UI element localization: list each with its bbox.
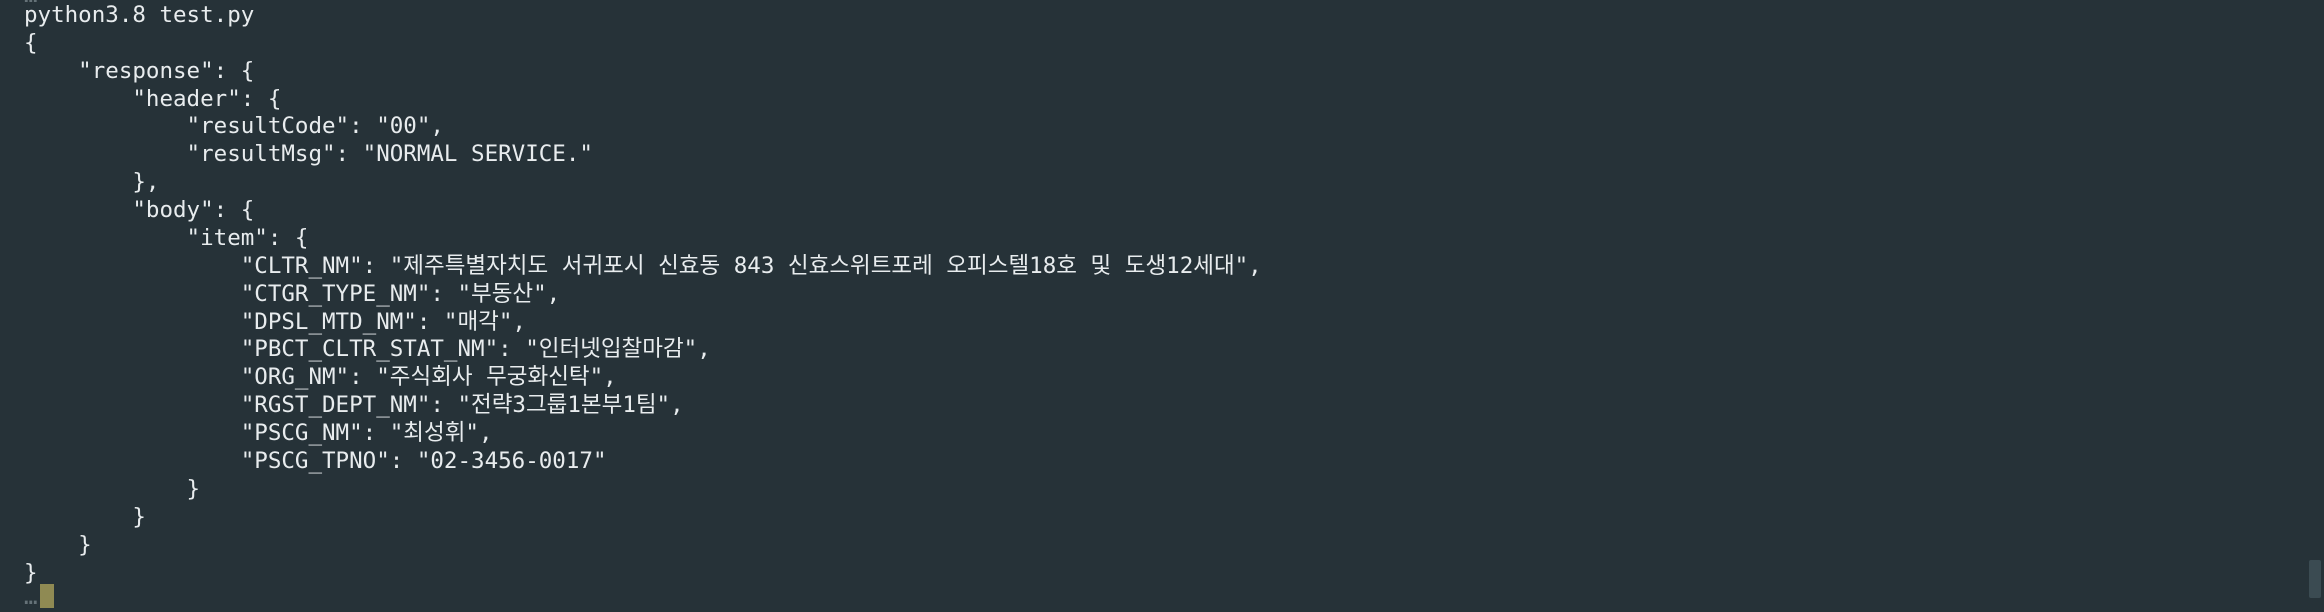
output-line: } <box>24 532 92 558</box>
output-line: "CLTR_NM": "제주특별자치도 서귀포시 신효동 843 신효스위트포레… <box>24 253 1262 279</box>
terminal-cursor <box>39 584 54 608</box>
command-line: python3.8 test.py <box>24 2 255 28</box>
output-line: "resultMsg": "NORMAL SERVICE." <box>24 141 593 167</box>
terminal-window[interactable]: … python3.8 test.py { "response": { "hea… <box>0 0 2324 610</box>
scrollbar[interactable] <box>2308 0 2324 598</box>
output-line: "RGST_DEPT_NM": "전략3그룹1본부1팀", <box>24 392 684 418</box>
output-line: "ORG_NM": "주식회사 무궁화신탁", <box>24 364 617 390</box>
output-line: "resultCode": "00", <box>24 113 444 139</box>
output-line: "PSCG_NM": "최성휘", <box>24 420 493 446</box>
output-line: "response": { <box>24 58 255 84</box>
output-line: }, <box>24 169 160 195</box>
output-line: "PSCG_TPNO": "02-3456-0017" <box>24 448 607 474</box>
output-line: { <box>24 30 38 56</box>
output-line: "PBCT_CLTR_STAT_NM": "인터넷입찰마감", <box>24 336 711 362</box>
output-line: "header": { <box>24 86 282 112</box>
output-line: } <box>24 476 201 502</box>
output-line: "CTGR_TYPE_NM": "부동산", <box>24 281 561 307</box>
output-line: "DPSL_MTD_NM": "매각", <box>24 309 526 335</box>
next-prompt-text: … <box>24 584 38 610</box>
output-line: } <box>24 504 146 530</box>
scrollbar-thumb[interactable] <box>2309 560 2321 598</box>
output-line: "item": { <box>24 225 309 251</box>
output-line: "body": { <box>24 197 255 223</box>
